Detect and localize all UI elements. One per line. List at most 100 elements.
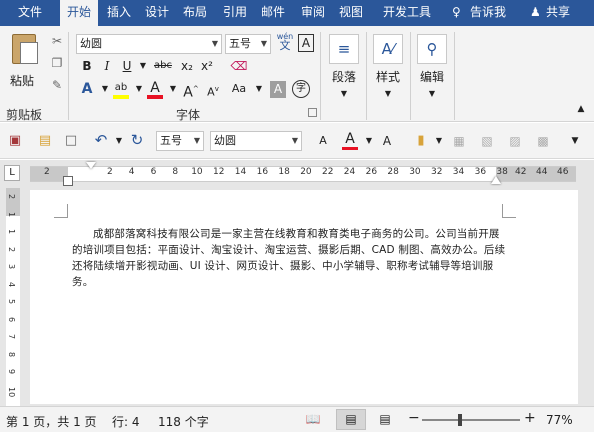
format-painter-icon[interactable]: ▮ (412, 132, 430, 150)
subscript-button[interactable]: x₂ (178, 57, 196, 75)
qat-grow-font-icon[interactable]: A (378, 132, 396, 150)
vruler-number: 1 (7, 211, 16, 217)
ruler-number: 14 (234, 167, 247, 177)
ruler-tab-selector[interactable]: L (4, 165, 20, 181)
vruler-number: 1 (7, 229, 16, 235)
tab-references[interactable]: 引用 (220, 0, 250, 26)
font-color-letter: A (150, 80, 160, 96)
new-document-icon[interactable]: □ (62, 132, 80, 150)
word-count[interactable]: 118 个字 (158, 413, 209, 430)
strikethrough-button[interactable]: abc (152, 57, 174, 75)
read-mode-icon[interactable]: 📖 (304, 410, 322, 428)
grow-font-button[interactable]: A^ (182, 80, 200, 101)
highlight-button[interactable]: ab (112, 80, 130, 100)
bold-button[interactable]: B (78, 57, 96, 75)
editing-button[interactable]: ⚲ 编辑 ▼ (414, 34, 450, 99)
styles-icon: A⁄ (373, 34, 403, 64)
cut-icon[interactable]: ✂ (48, 32, 66, 50)
zoom-in-button[interactable]: + (524, 410, 536, 426)
page-count[interactable]: 第 1 页，共 1 页 (6, 413, 97, 430)
qat-font-color-bar (342, 147, 358, 150)
dialog-launcher-icon[interactable] (308, 108, 317, 117)
zoom-level[interactable]: 77% (546, 413, 573, 427)
ruler-number: 34 (452, 167, 465, 177)
char-shading-button[interactable]: A (270, 81, 286, 98)
text-effects-icon[interactable]: A (78, 80, 96, 98)
tab-design[interactable]: 设计 (142, 0, 172, 26)
ruler-number: 8 (172, 167, 179, 177)
tab-layout[interactable]: 布局 (180, 0, 210, 26)
font-color-button[interactable]: A (146, 80, 164, 100)
phonetic-guide-button[interactable]: wén 文 (274, 32, 296, 54)
tab-review[interactable]: 审阅 (298, 0, 328, 26)
ruler-number: 6 (150, 167, 157, 177)
chevron-down-icon: ▼ (291, 136, 298, 145)
tab-developer[interactable]: 开发工具 (378, 0, 436, 26)
font-size-combo[interactable]: 五号 ▼ (225, 34, 271, 54)
tab-home[interactable]: 开始 (60, 0, 98, 26)
hanging-indent-marker[interactable] (63, 176, 73, 186)
qat-font-size-combo[interactable]: 五号 ▼ (156, 131, 204, 151)
paste-button[interactable]: 粘贴 (8, 34, 44, 94)
chevron-down-icon[interactable]: ▼ (134, 57, 152, 75)
right-indent-marker[interactable] (491, 176, 501, 184)
print-layout-button[interactable]: ▤ (336, 409, 366, 430)
ruler-number: 16 (256, 167, 269, 177)
group-icon[interactable]: ▩ (534, 132, 552, 150)
align-icon[interactable]: ▦ (450, 132, 468, 150)
redo-icon[interactable]: ↻ (128, 131, 146, 149)
format-painter-icon[interactable]: ✎ (48, 76, 66, 94)
tab-file[interactable]: 文件 (12, 0, 48, 26)
chevron-down-icon[interactable]: ▼ (360, 132, 378, 150)
chevron-down-icon[interactable]: ▼ (110, 132, 128, 150)
paragraph-button[interactable]: ≡ 段落 ▼ (326, 34, 362, 99)
open-folder-icon[interactable]: ▤ (36, 132, 54, 150)
font-name-value: 幼圆 (80, 37, 102, 50)
qat-shrink-font-icon[interactable]: A (314, 132, 332, 150)
share-button[interactable]: 共享 (546, 0, 570, 26)
highlight-color-bar (113, 95, 129, 99)
char-border-button[interactable]: A (298, 34, 314, 52)
vruler-number: 2 (7, 194, 16, 200)
change-case-button[interactable]: Aa (228, 80, 250, 98)
zoom-slider-track[interactable] (422, 419, 520, 421)
font-group-label: 字体 (176, 108, 201, 122)
save-icon[interactable]: ▣ (6, 132, 24, 150)
ruler-number: 22 (322, 167, 334, 177)
web-layout-icon[interactable]: ▤ (376, 410, 394, 428)
zoom-out-button[interactable]: − (408, 410, 420, 426)
ruler-number: 18 (278, 167, 290, 177)
zoom-slider-thumb[interactable] (458, 414, 462, 426)
tell-me-button[interactable]: 告诉我 (470, 0, 506, 26)
clear-formatting-icon[interactable]: ⌫ (230, 57, 248, 75)
phonetic-icon: 文 (279, 39, 291, 52)
distribute-icon[interactable]: ▨ (506, 132, 524, 150)
qat-font-color-button[interactable]: A (340, 131, 360, 151)
shrink-font-button[interactable]: Av (204, 80, 222, 99)
italic-button[interactable]: I (98, 57, 116, 75)
share-icon: ♟ (530, 5, 541, 19)
tab-mailings[interactable]: 邮件 (258, 0, 288, 26)
first-line-indent-marker[interactable] (86, 162, 96, 169)
vruler-number: 6 (7, 316, 16, 322)
paragraph-icon: ≡ (329, 34, 359, 64)
qat-font-name-combo[interactable]: 幼圆 ▼ (210, 131, 302, 151)
status-bar: 第 1 页，共 1 页 行: 4 118 个字 📖 ▤ ▤ − + 77% (0, 406, 594, 432)
copy-icon[interactable]: ❐ (48, 54, 66, 72)
chevron-down-icon[interactable]: ▼ (430, 132, 448, 150)
align-center-icon[interactable]: ▧ (478, 132, 496, 150)
collapse-ribbon-icon[interactable]: ▲ (572, 100, 590, 118)
undo-icon[interactable]: ↶ (92, 131, 110, 149)
ruler-number: 12 (213, 167, 225, 177)
tab-insert[interactable]: 插入 (104, 0, 134, 26)
tab-view[interactable]: 视图 (336, 0, 366, 26)
customize-toolbar-icon[interactable]: ▼ (566, 132, 584, 150)
superscript-button[interactable]: x² (198, 57, 216, 75)
document-body-text[interactable]: 成都部落窝科技有限公司是一家主营在线教育和教育类电子商务的公司。公司当前开展的培… (72, 226, 506, 290)
font-name-combo[interactable]: 幼圆 ▼ (76, 34, 222, 54)
chevron-down-icon[interactable]: ▼ (164, 80, 182, 98)
styles-button[interactable]: A⁄ 样式 ▼ (370, 34, 406, 99)
chevron-down-icon[interactable]: ▼ (250, 80, 268, 98)
enclose-char-button[interactable]: 字 (292, 80, 310, 98)
divider (454, 32, 455, 120)
